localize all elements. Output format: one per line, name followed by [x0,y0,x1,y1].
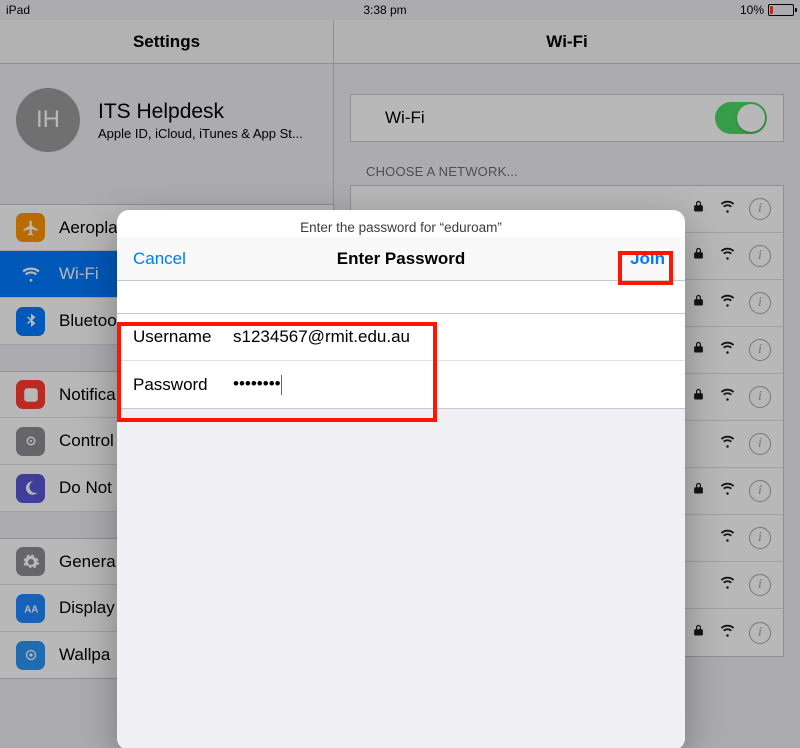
username-label: Username [133,327,233,347]
cancel-button[interactable]: Cancel [133,249,312,269]
username-field[interactable] [233,327,669,347]
password-modal: Enter the password for “eduroam” Cancel … [117,210,685,748]
modal-prompt: Enter the password for “eduroam” [117,210,685,235]
credential-fields: Username Password •••••••• [117,313,685,409]
modal-title: Enter Password [312,249,491,269]
password-field[interactable]: •••••••• [233,374,669,395]
join-button[interactable]: Join [626,247,669,271]
password-label: Password [133,375,233,395]
